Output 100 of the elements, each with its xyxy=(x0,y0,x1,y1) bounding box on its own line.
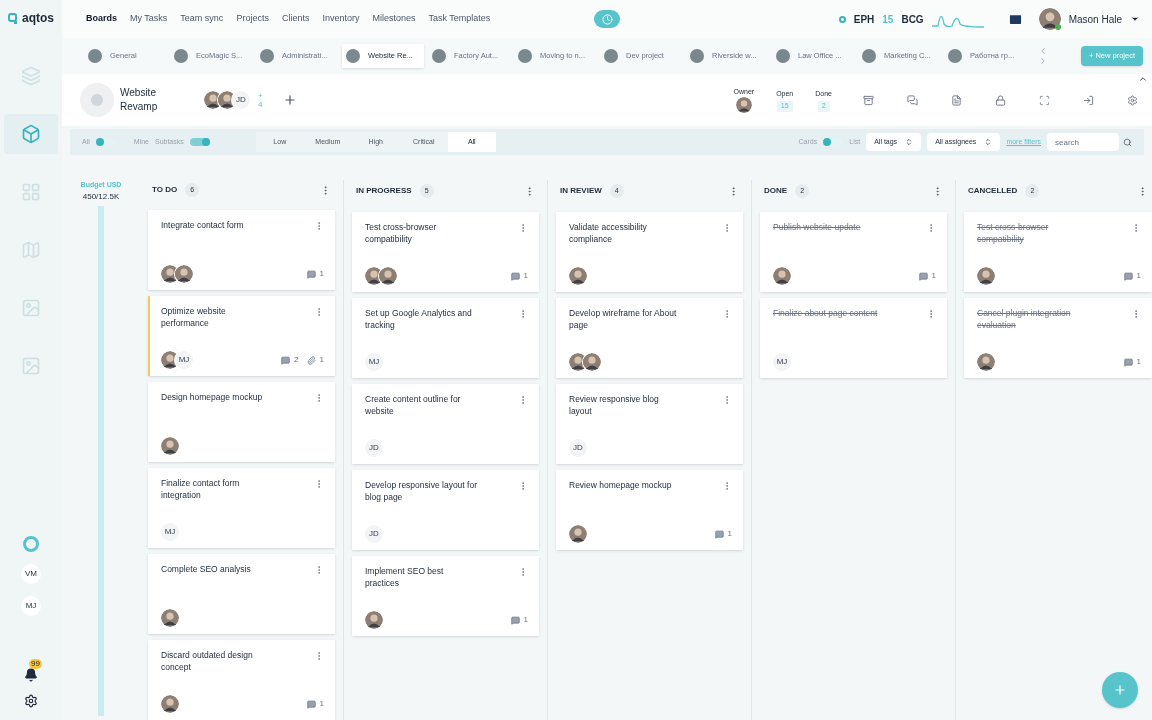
stat-label: BCG xyxy=(901,12,924,27)
add-task-button[interactable] xyxy=(1102,672,1138,708)
comment-icon xyxy=(714,529,724,539)
nav-link[interactable]: Team sync xyxy=(180,12,224,26)
status-ring-icon xyxy=(23,536,39,552)
comment-count: 1 xyxy=(523,270,528,282)
comment-icon xyxy=(510,271,520,281)
avatar-initials: JD xyxy=(365,525,383,543)
comment-icon xyxy=(306,699,316,709)
avatar-icon xyxy=(735,97,752,114)
task-title: Optimize website performance xyxy=(161,305,227,329)
search-field[interactable]: search xyxy=(1047,133,1119,151)
nav-link[interactable]: Milestones xyxy=(372,12,416,26)
task-card[interactable]: Integrate contact form 1 xyxy=(148,210,335,290)
dropdown-icon[interactable] xyxy=(1130,14,1140,24)
task-card[interactable]: Create content outline for website JD xyxy=(352,384,539,464)
sync-icon xyxy=(838,15,846,23)
task-card[interactable]: Design homepage mockup xyxy=(148,382,335,462)
toggle-switch[interactable] xyxy=(95,138,116,146)
avatar-icon xyxy=(365,611,383,629)
avatar-icon xyxy=(773,267,791,285)
task-card[interactable]: Finalize about page content MJ xyxy=(760,298,947,378)
nav-link[interactable]: Boards xyxy=(86,12,117,26)
nav-link[interactable]: Clients xyxy=(281,12,310,26)
user-avatar[interactable]: MJ xyxy=(21,596,41,616)
task-card[interactable]: Develop wireframe for About page xyxy=(556,298,743,378)
avatar-initials: JD xyxy=(569,439,587,457)
avatar-icon xyxy=(569,267,587,285)
plus-icon[interactable] xyxy=(1113,683,1127,697)
task-title: Develop responsive layout for blog page xyxy=(365,479,477,503)
nav-link[interactable]: Inventory xyxy=(322,12,360,26)
task-title: Review homepage mockup xyxy=(569,479,673,491)
search-icon[interactable] xyxy=(1123,137,1132,147)
avatar-icon xyxy=(161,609,179,627)
settings-icon[interactable] xyxy=(24,694,38,708)
avatar-initials: MJ xyxy=(175,351,193,369)
brand-name: aqtos xyxy=(22,10,54,27)
avatar-icon xyxy=(161,695,179,713)
clock-icon[interactable] xyxy=(601,13,613,25)
stat-value: 15 xyxy=(882,12,894,27)
task-card[interactable]: Complete SEO analysis xyxy=(148,554,335,634)
task-card[interactable]: Cancel plugin integration evaluation 1 xyxy=(964,298,1152,378)
comment-icon xyxy=(1123,271,1133,281)
sort-icon xyxy=(905,138,914,146)
task-card[interactable]: Review responsive blog layout JD xyxy=(556,384,743,464)
task-card[interactable]: Discard outdated design concept 1 xyxy=(148,640,335,720)
task-card[interactable]: Review homepage mockup 1 xyxy=(556,470,743,550)
scroll-right-icon[interactable] xyxy=(1038,56,1048,66)
task-title: Integrate contact form xyxy=(161,219,245,231)
avatar-initials: JD xyxy=(365,439,383,457)
user-avatar[interactable]: VM xyxy=(21,564,41,584)
avatar-icon xyxy=(1038,8,1061,30)
comment-count: 1 xyxy=(523,614,528,626)
task-card[interactable]: Test cross-browser compatibility 1 xyxy=(352,212,539,292)
task-card[interactable]: Validate accessibility compliance xyxy=(556,212,743,292)
task-card[interactable]: Implement SEO best practices 1 xyxy=(352,556,539,636)
comment-icon xyxy=(281,355,291,365)
column-title: TO DO xyxy=(152,184,178,196)
task-card[interactable]: Set up Google Analytics and tracking MJ xyxy=(352,298,539,378)
column-title: IN REVIEW xyxy=(560,185,602,197)
toggle-switch[interactable] xyxy=(823,138,844,146)
task-title: Finalize about page content xyxy=(773,307,879,319)
sidebar-nav-button[interactable] xyxy=(4,114,58,154)
nav-icon[interactable] xyxy=(21,124,41,144)
project-name: Website Revamp xyxy=(120,86,159,114)
mail-icon[interactable] xyxy=(1007,11,1023,27)
task-card[interactable]: Optimize website performance MJ 2 1 xyxy=(148,296,335,376)
nav-link[interactable]: Task Templates xyxy=(428,12,491,26)
nav-link[interactable]: Projects xyxy=(236,12,269,26)
nav-link[interactable]: My Tasks xyxy=(130,12,168,26)
user-name[interactable]: Mason Hale xyxy=(1068,11,1122,27)
timer-button[interactable] xyxy=(594,10,621,28)
scroll-left-icon[interactable] xyxy=(1038,46,1048,56)
task-title: Develop wireframe for About page xyxy=(569,307,678,331)
notification-badge: 99 xyxy=(29,659,42,669)
collapse-icon[interactable] xyxy=(1138,74,1148,84)
task-title: Cancel plugin integration evaluation xyxy=(977,307,1072,331)
task-title: Finalize contact form integration xyxy=(161,477,241,501)
avatar-initials: MJ xyxy=(773,353,791,371)
add-member-icon[interactable] xyxy=(282,93,297,107)
column-title: IN PROGRESS xyxy=(356,185,412,197)
task-card[interactable]: Develop responsive layout for blog page JD xyxy=(352,470,539,550)
comment-count: 1 xyxy=(319,268,324,280)
comment-count: 1 xyxy=(1136,270,1141,282)
comment-count: 1 xyxy=(727,528,732,540)
avatar-icon xyxy=(977,267,995,285)
avatar-initials: JD xyxy=(232,91,250,109)
comment-icon xyxy=(918,271,928,281)
sort-icon xyxy=(984,138,993,146)
task-card[interactable]: Publish website update 1 xyxy=(760,212,947,292)
attachment-icon xyxy=(306,355,316,365)
task-title: Validate accessibility compliance xyxy=(569,221,648,245)
avatar-icon xyxy=(175,265,193,283)
comment-icon xyxy=(510,615,520,625)
toggle-switch[interactable] xyxy=(189,138,210,146)
notifications-icon[interactable] xyxy=(24,668,38,682)
task-card[interactable]: Finalize contact form integration MJ xyxy=(148,468,335,548)
avatar-icon xyxy=(379,267,397,285)
task-card[interactable]: Test cross-browser compatibility 1 xyxy=(964,212,1152,292)
comment-count: 1 xyxy=(1136,356,1141,368)
